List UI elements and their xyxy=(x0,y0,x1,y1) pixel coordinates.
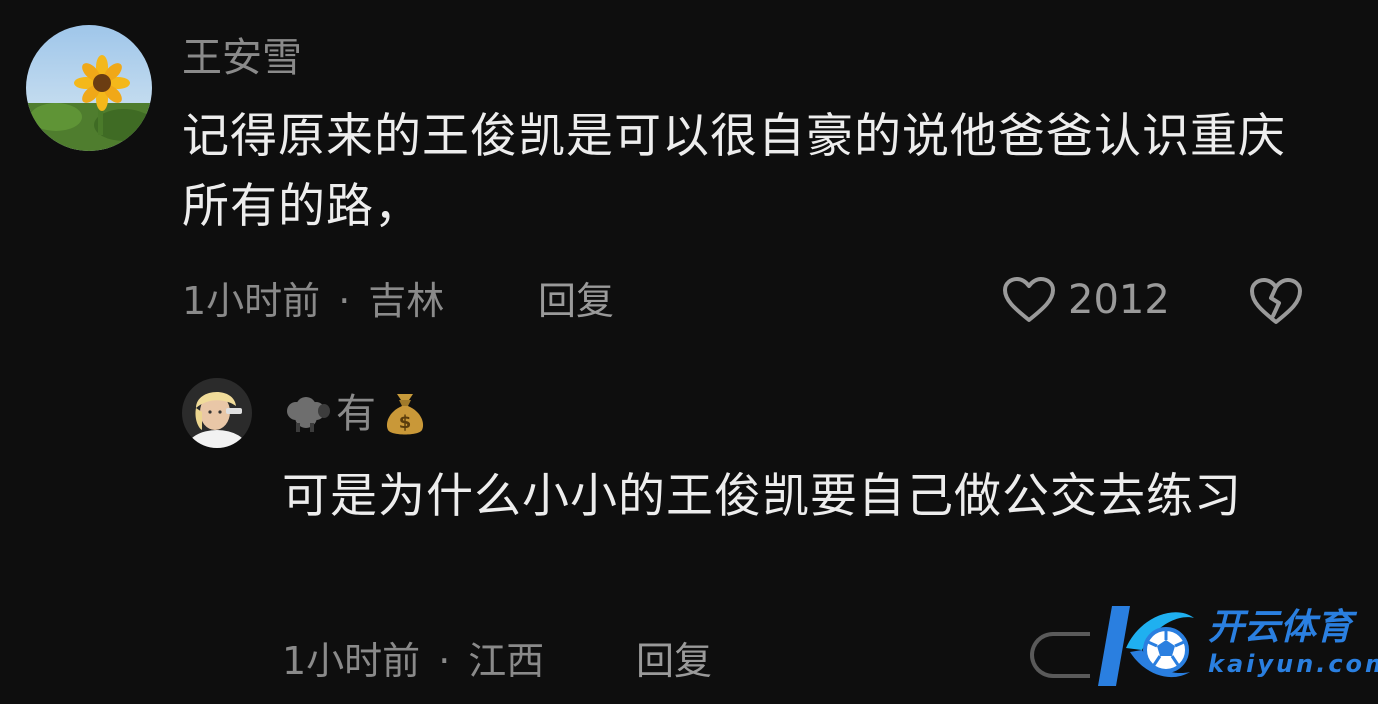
comment-thread: 王安雪 记得原来的王俊凯是可以很自豪的说他爸爸认识重庆所有的路， 1小时前 · 吉林… xyxy=(0,0,1378,704)
heart-outline-icon xyxy=(1003,277,1055,322)
reply-reply-button[interactable]: 回复 xyxy=(636,638,712,684)
comment-meta: 1小时前 · 吉林 xyxy=(182,278,444,324)
comment-time: 1小时前 xyxy=(182,279,321,323)
kaiyun-watermark: 开云体育 kaiyun.com xyxy=(1090,598,1378,694)
blonde-person-avatar-icon xyxy=(182,378,252,448)
comment-body: 记得原来的王俊凯是可以很自豪的说他爸爸认识重庆所有的路， xyxy=(182,109,1286,234)
like-button[interactable]: 2012 xyxy=(1002,276,1170,324)
svg-text:$: $ xyxy=(399,412,412,433)
replier-username-text: 有 xyxy=(336,391,376,437)
reply-like-pill[interactable] xyxy=(1030,632,1090,678)
kaiyun-k-soccer-logo-icon xyxy=(1098,606,1194,686)
reply-meta-separator: · xyxy=(438,639,451,683)
watermark-brand-cn: 开云体育 xyxy=(1208,607,1353,648)
commenter-username[interactable]: 王安雪 xyxy=(182,34,302,82)
sheep-emoji-icon xyxy=(287,397,330,432)
reply-time: 1小时前 xyxy=(282,639,421,683)
dislike-button[interactable] xyxy=(1248,276,1304,330)
reply-location: 江西 xyxy=(468,639,545,683)
money-bag-emoji-icon: $ xyxy=(386,394,424,435)
meta-separator: · xyxy=(338,279,351,323)
comment-reply-button[interactable]: 回复 xyxy=(538,278,614,324)
watermark-brand-en: kaiyun.com xyxy=(1208,650,1378,678)
replier-username[interactable]: 有 $ xyxy=(282,390,428,438)
broken-heart-icon xyxy=(1250,278,1302,324)
commenter-avatar[interactable] xyxy=(26,25,152,151)
like-count: 2012 xyxy=(1068,277,1170,323)
comment-location: 吉林 xyxy=(368,279,445,323)
reply-meta: 1小时前 · 江西 xyxy=(282,638,544,684)
reply-body: 可是为什么小小的王俊凯要自己做公交去练习 xyxy=(282,469,1242,524)
replier-avatar[interactable] xyxy=(182,378,252,448)
sunflower-avatar-icon xyxy=(26,25,152,151)
